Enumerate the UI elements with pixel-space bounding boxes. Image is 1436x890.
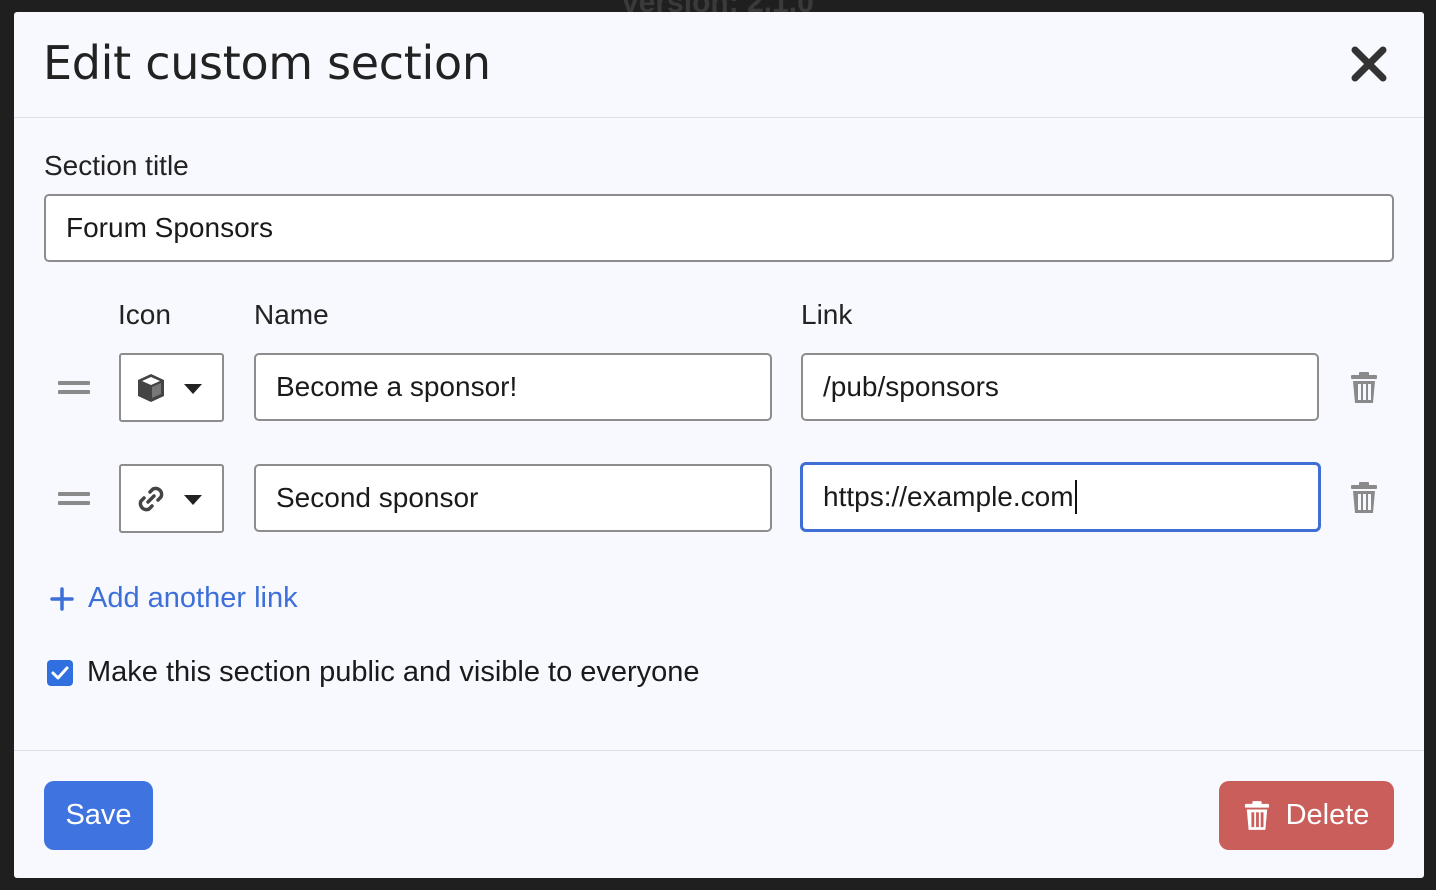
modal-header: Edit custom section	[14, 12, 1424, 118]
public-checkbox[interactable]	[47, 659, 73, 686]
link-url-text: https://example.com	[823, 481, 1074, 512]
add-link-label: Add another link	[88, 582, 298, 614]
section-title-input[interactable]: Forum Sponsors	[44, 194, 1394, 262]
add-link-button[interactable]: Add another link	[50, 582, 298, 615]
chevron-down-icon	[184, 384, 202, 394]
icon-picker[interactable]	[119, 464, 224, 533]
trash-icon[interactable]	[1350, 482, 1378, 514]
checkmark-icon	[51, 666, 69, 679]
link-name-input[interactable]: Second sponsor	[254, 464, 772, 532]
icon-column-label: Icon	[118, 299, 171, 330]
close-button[interactable]	[1349, 44, 1389, 84]
delete-button[interactable]: Delete	[1219, 781, 1394, 850]
save-button[interactable]: Save	[44, 781, 153, 850]
trash-icon	[1244, 800, 1269, 830]
edit-section-modal: Edit custom section Section title Forum …	[14, 12, 1424, 878]
delete-label: Delete	[1285, 799, 1370, 831]
public-checkbox-label: Make this section public and visible to …	[87, 656, 700, 688]
modal-footer: Save Delete	[14, 750, 1424, 878]
link-column-label: Link	[801, 299, 853, 330]
close-icon	[1351, 46, 1387, 82]
drag-handle-icon[interactable]	[58, 492, 90, 506]
drag-handle-icon[interactable]	[58, 381, 90, 395]
text-caret	[1074, 480, 1077, 514]
plus-icon	[50, 586, 74, 611]
modal-title: Edit custom section	[43, 36, 491, 90]
chevron-down-icon	[184, 495, 202, 505]
public-checkbox-row: Make this section public and visible to …	[47, 656, 700, 689]
section-title-label: Section title	[44, 150, 189, 181]
link-url-input[interactable]: /pub/sponsors	[801, 353, 1319, 421]
link-name-input[interactable]: Become a sponsor!	[254, 353, 772, 421]
link-icon	[138, 486, 164, 512]
trash-icon[interactable]	[1350, 372, 1378, 404]
link-url-input[interactable]: https://example.com	[801, 463, 1320, 531]
cube-icon	[138, 374, 164, 402]
name-column-label: Name	[254, 299, 329, 330]
icon-picker[interactable]	[119, 353, 224, 422]
